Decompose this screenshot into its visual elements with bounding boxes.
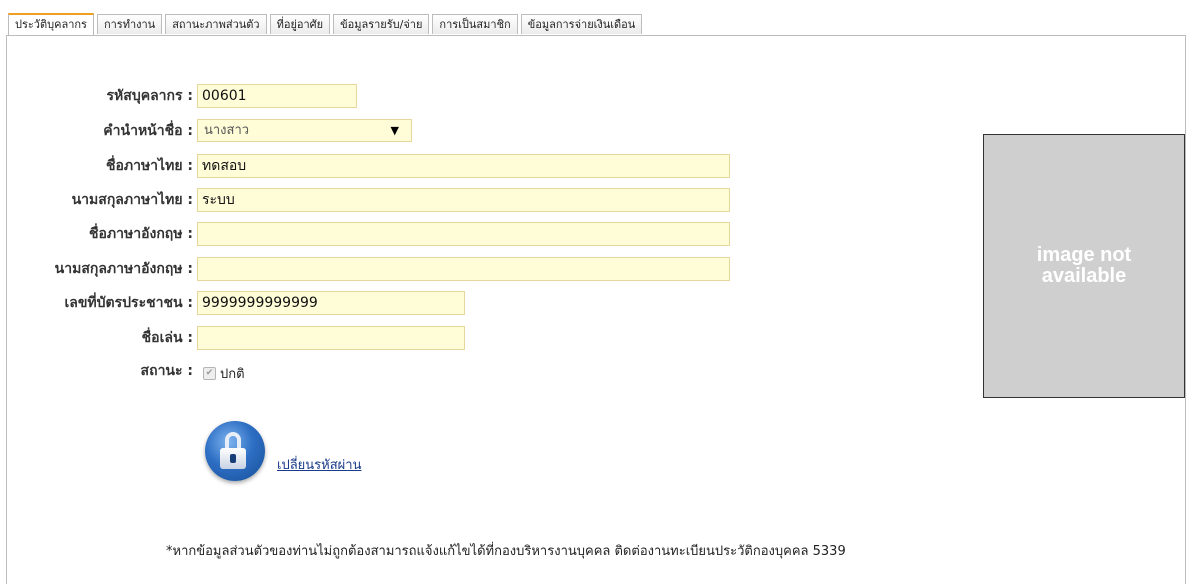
eng-first-name-field[interactable] — [197, 222, 730, 246]
status-row: สถานะ : — [0, 359, 193, 383]
id-card-label: เลขที่บัตรประชาชน : — [64, 295, 194, 311]
eng-last-name-field[interactable] — [197, 257, 730, 281]
eng-first-name-label: ชื่อภาษาอังกฤษ : — [89, 226, 193, 242]
status-value: ปกติ — [220, 367, 245, 382]
thai-last-name-row: นามสกุลภาษาไทย : — [0, 188, 193, 212]
eng-last-name-label: นามสกุลภาษาอังกฤษ : — [54, 261, 193, 277]
profile-photo: image not available — [983, 134, 1185, 398]
tab-membership[interactable]: การเป็นสมาชิก — [432, 14, 518, 34]
tab-salary-payment[interactable]: ข้อมูลการจ่ายเงินเดือน — [520, 14, 643, 34]
tab-bar: ประวัติบุคลากร การทำงาน สถานะภาพส่วนตัว … — [8, 13, 643, 36]
tab-address[interactable]: ที่อยู่อาศัย — [269, 14, 331, 34]
tab-personal-history[interactable]: ประวัติบุคลากร — [8, 13, 94, 35]
lock-icon[interactable] — [205, 421, 265, 481]
prefix-select[interactable]: นางสาว ▼ — [197, 119, 412, 142]
thai-last-name-field[interactable] — [197, 188, 730, 212]
status-checkbox[interactable]: ✔ — [203, 367, 216, 380]
employee-id-field[interactable] — [197, 84, 357, 108]
photo-placeholder-text: image not available — [1036, 244, 1132, 287]
tab-income-expense[interactable]: ข้อมูลรายรับ/จ่าย — [333, 14, 430, 34]
dropdown-arrow-icon: ▼ — [390, 124, 399, 137]
thai-last-name-label: นามสกุลภาษาไทย : — [71, 192, 193, 208]
change-password-link[interactable]: เปลี่ยนรหัสผ่าน — [277, 454, 361, 475]
nickname-row: ชื่อเล่น : — [0, 326, 193, 350]
nickname-label: ชื่อเล่น : — [141, 330, 193, 346]
id-card-row: เลขที่บัตรประชาชน : — [0, 291, 194, 315]
thai-first-name-row: ชื่อภาษาไทย : — [0, 154, 193, 178]
tab-personal-status[interactable]: สถานะภาพส่วนตัว — [165, 14, 267, 34]
prefix-row: คำนำหน้าชื่อ : — [0, 119, 193, 143]
thai-first-name-field[interactable] — [197, 154, 730, 178]
id-card-field[interactable] — [197, 291, 465, 315]
thai-first-name-label: ชื่อภาษาไทย : — [105, 158, 193, 174]
panel-right-border — [1185, 36, 1186, 584]
prefix-selected-value: นางสาว — [204, 123, 250, 138]
contact-note: *หากข้อมูลส่วนตัวของท่านไม่ถูกต้องสามารถ… — [166, 544, 846, 559]
prefix-label: คำนำหน้าชื่อ : — [103, 123, 193, 139]
lock-keyhole — [230, 454, 236, 463]
employee-id-label: รหัสบุคลากร : — [106, 88, 193, 104]
eng-first-name-row: ชื่อภาษาอังกฤษ : — [0, 222, 193, 246]
employee-id-row: รหัสบุคลากร : — [0, 84, 193, 108]
tab-work[interactable]: การทำงาน — [96, 14, 163, 34]
nickname-field[interactable] — [197, 326, 465, 350]
tab-divider — [6, 35, 1186, 36]
eng-last-name-row: นามสกุลภาษาอังกฤษ : — [0, 257, 193, 281]
status-control: ✔ ปกติ — [203, 363, 245, 384]
status-label: สถานะ : — [140, 363, 193, 379]
